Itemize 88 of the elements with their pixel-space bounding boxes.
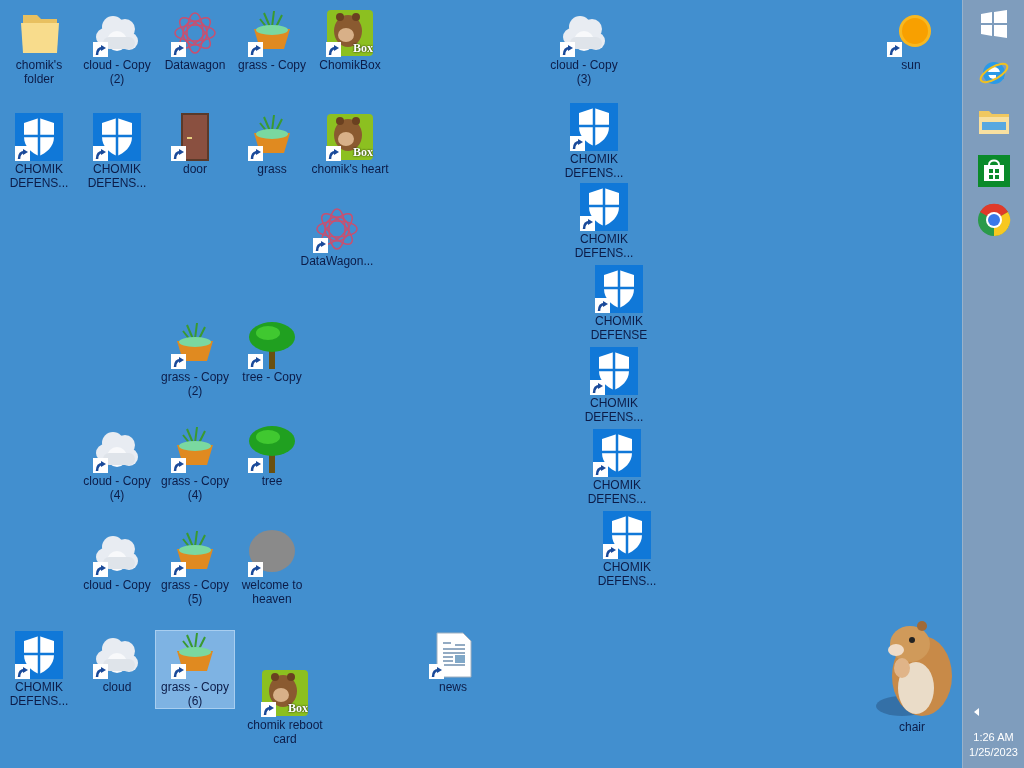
desktop-icon[interactable]: grass - Copy (5) bbox=[155, 528, 235, 607]
shield-icon bbox=[593, 429, 641, 477]
icon-label: DataWagon... bbox=[299, 254, 375, 268]
desktop-icon[interactable]: cloud bbox=[77, 630, 157, 695]
desktop-icon[interactable]: Box chomik's heart bbox=[310, 112, 390, 177]
badge-text: Box bbox=[288, 702, 308, 715]
desktop-icon[interactable]: welcome to heaven bbox=[232, 528, 312, 607]
icon-label: cloud - Copy (3) bbox=[549, 58, 619, 86]
hamster-app-icon bbox=[326, 113, 374, 161]
icon-label: tree - Copy bbox=[241, 370, 303, 384]
desktop-icon[interactable]: CHOMIK DEFENS... bbox=[564, 182, 644, 261]
icon-label: CHOMIK DEFENS... bbox=[86, 162, 148, 190]
icon-label: CHOMIK DEFENS... bbox=[586, 478, 648, 506]
desktop-icon[interactable]: door bbox=[155, 112, 235, 177]
icon-label: CHOMIK DEFENS... bbox=[596, 560, 658, 588]
desktop-icon[interactable]: tree bbox=[232, 424, 312, 489]
desktop-icon[interactable]: CHOMIK DEFENS... bbox=[554, 102, 634, 181]
mandala-icon bbox=[313, 205, 361, 253]
icon-label: cloud - Copy (2) bbox=[82, 58, 152, 86]
desktop-icon[interactable]: grass bbox=[232, 112, 312, 177]
shield-icon bbox=[603, 511, 651, 559]
desktop-icon[interactable]: sun bbox=[871, 8, 951, 73]
shield-icon bbox=[580, 183, 628, 231]
desktop-icon[interactable]: Box chomik reboot card bbox=[245, 668, 325, 747]
icon-label: chomik's heart bbox=[311, 162, 389, 176]
badge-text: Box bbox=[353, 146, 373, 159]
icon-label: chomik's folder bbox=[14, 58, 64, 86]
round-logo-icon[interactable] bbox=[976, 203, 1011, 237]
icon-label: cloud bbox=[101, 680, 133, 694]
desktop-icon[interactable]: CHOMIK DEFENS... bbox=[587, 510, 667, 589]
icon-label: grass - Copy (2) bbox=[160, 370, 230, 398]
desktop-icon[interactable]: Box ChomikBox bbox=[310, 8, 390, 73]
hamster-app-icon bbox=[261, 669, 309, 717]
icon-label: tree bbox=[260, 474, 284, 488]
desktop-icon[interactable]: tree - Copy bbox=[232, 320, 312, 385]
caret-icon[interactable] bbox=[973, 708, 980, 716]
desktop-icon[interactable]: DataWagon... bbox=[297, 204, 377, 269]
icon-label: chomik reboot card bbox=[246, 718, 324, 746]
desktop-icon[interactable]: chomik's folder bbox=[0, 8, 79, 87]
icon-label: news bbox=[438, 680, 468, 694]
desktop-icon[interactable]: news bbox=[413, 630, 493, 695]
icon-label: CHOMIK DEFENSE bbox=[589, 314, 649, 342]
desktop-icon[interactable]: grass - Copy bbox=[232, 8, 312, 73]
desktop-icon[interactable]: cloud - Copy bbox=[77, 528, 157, 593]
icon-label: CHOMIK DEFENS... bbox=[583, 396, 645, 424]
icon-label: door bbox=[182, 162, 208, 176]
icon-label: CHOMIK DEFENS... bbox=[573, 232, 635, 260]
shield-icon bbox=[15, 631, 63, 679]
shield-icon bbox=[15, 113, 63, 161]
icon-label: grass - Copy (4) bbox=[160, 474, 230, 502]
badge-text: Box bbox=[353, 42, 373, 55]
shield-icon bbox=[570, 103, 618, 151]
clock-time[interactable]: 1:26 AM bbox=[973, 730, 1014, 745]
icon-label: CHOMIK DEFENS... bbox=[563, 152, 625, 180]
desktop-icon[interactable]: CHOMIK DEFENS... bbox=[77, 112, 157, 191]
desktop-icon[interactable]: chair bbox=[872, 718, 952, 735]
icon-label: CHOMIK DEFENS... bbox=[8, 162, 70, 190]
icon-label: sun bbox=[900, 58, 922, 72]
icon-label: CHOMIK DEFENS... bbox=[8, 680, 70, 708]
shopping-bag-icon[interactable] bbox=[977, 155, 1010, 187]
desktop-icon[interactable]: cloud - Copy (3) bbox=[544, 8, 624, 87]
icon-label: grass - Copy (6) bbox=[160, 680, 230, 708]
desktop-icon[interactable]: grass - Copy (2) bbox=[155, 320, 235, 399]
icon-label: Datawagon bbox=[163, 58, 227, 72]
desktop-icon[interactable]: CHOMIK DEFENS... bbox=[0, 630, 79, 709]
desktop-icon[interactable]: CHOMIK DEFENSE bbox=[579, 264, 659, 343]
desktop-icon[interactable]: grass - Copy (6) bbox=[155, 630, 235, 709]
shield-icon bbox=[93, 113, 141, 161]
shield-icon bbox=[590, 347, 638, 395]
desktop-icon[interactable]: CHOMIK DEFENS... bbox=[577, 428, 657, 507]
desktop-icon[interactable]: CHOMIK DEFENS... bbox=[574, 346, 654, 425]
icon-label: welcome to heaven bbox=[240, 578, 304, 606]
icon-label: grass bbox=[256, 162, 288, 176]
icon-label: cloud - Copy bbox=[82, 578, 152, 592]
desktop-icon[interactable]: Datawagon bbox=[155, 8, 235, 73]
clock-date[interactable]: 1/25/2023 bbox=[969, 745, 1018, 760]
icon-label: cloud - Copy (4) bbox=[82, 474, 152, 502]
desktop-icon[interactable]: cloud - Copy (2) bbox=[77, 8, 157, 87]
hamster-app-icon bbox=[326, 9, 374, 57]
start-button[interactable] bbox=[978, 9, 1009, 39]
desktop-icon[interactable]: CHOMIK DEFENS... bbox=[0, 112, 79, 191]
shield-icon bbox=[595, 265, 643, 313]
desktop-icon[interactable]: cloud - Copy (4) bbox=[77, 424, 157, 503]
mandala-icon bbox=[171, 9, 219, 57]
desktop-icon[interactable]: grass - Copy (4) bbox=[155, 424, 235, 503]
icon-label: grass - Copy (5) bbox=[160, 578, 230, 606]
icon-label: grass - Copy bbox=[237, 58, 307, 72]
icon-label: ChomikBox bbox=[318, 58, 382, 72]
